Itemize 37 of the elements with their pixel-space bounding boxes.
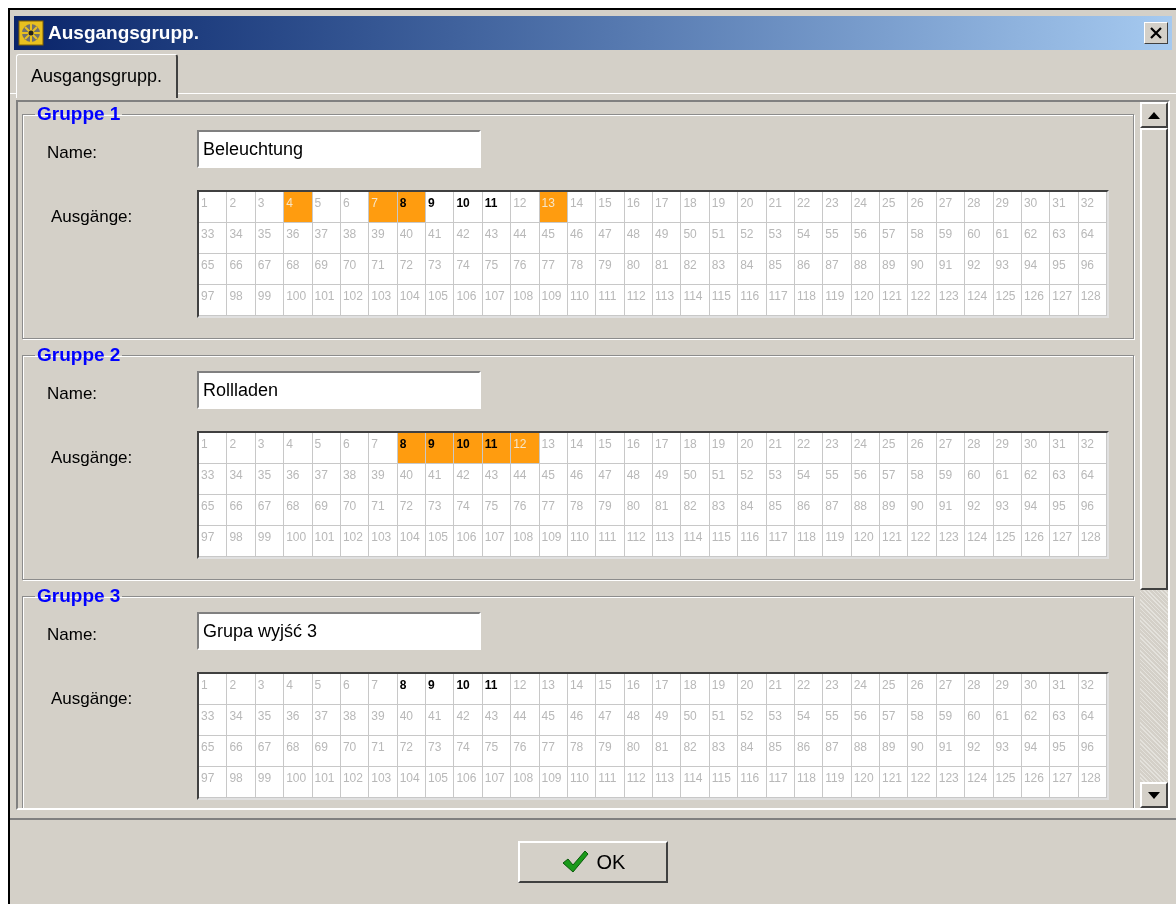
outputs-label: Ausgänge: — [50, 688, 134, 710]
wheel-icon — [18, 20, 44, 46]
tab[interactable]: Ausgangsgrupp. — [16, 54, 179, 98]
checkmark-icon — [560, 850, 589, 874]
scrollbar[interactable] — [1140, 102, 1168, 808]
name-field[interactable]: Rollladen — [197, 371, 481, 409]
group-title: Gruppe 2 — [36, 345, 122, 365]
scroll-down-button[interactable] — [1140, 782, 1168, 808]
up-arrow-icon — [1148, 111, 1160, 119]
output-cell[interactable]: 11 — [482, 674, 512, 705]
output-cell[interactable]: 10 — [454, 433, 483, 464]
output-cell[interactable]: 11 — [482, 192, 512, 223]
output-cell[interactable]: 9 — [426, 433, 455, 464]
close-button[interactable] — [1144, 22, 1168, 44]
scroll-thumb[interactable] — [1140, 128, 1168, 590]
name-label: Name: — [47, 624, 99, 647]
outputs-label: Ausgänge: — [50, 447, 134, 469]
output-cell[interactable]: 8 — [397, 433, 426, 464]
name-label: Name: — [47, 142, 99, 165]
name-field[interactable]: Grupa wyjść 3 — [197, 612, 481, 650]
output-cell[interactable]: 9 — [426, 192, 455, 223]
outputs-label: Ausgänge: — [50, 206, 134, 228]
output-cell[interactable]: 10 — [454, 674, 483, 705]
output-cell[interactable]: 11 — [482, 433, 512, 464]
scroll-up-button[interactable] — [1140, 102, 1168, 128]
name-field[interactable]: Beleuchtung — [197, 130, 481, 168]
close-icon — [1150, 27, 1162, 39]
output-cell[interactable]: 9 — [426, 674, 455, 705]
output-cell[interactable]: 8 — [397, 674, 426, 705]
down-arrow-icon — [1148, 791, 1160, 799]
output-cell[interactable]: 8 — [397, 192, 426, 223]
output-cell[interactable]: 10 — [454, 192, 483, 223]
group-title: Gruppe 1 — [36, 104, 122, 124]
window-title: Ausgangsgrupp. — [48, 20, 199, 45]
name-label: Name: — [47, 383, 99, 406]
group-title: Gruppe 3 — [36, 586, 122, 606]
ok-button[interactable]: OK — [518, 841, 668, 883]
